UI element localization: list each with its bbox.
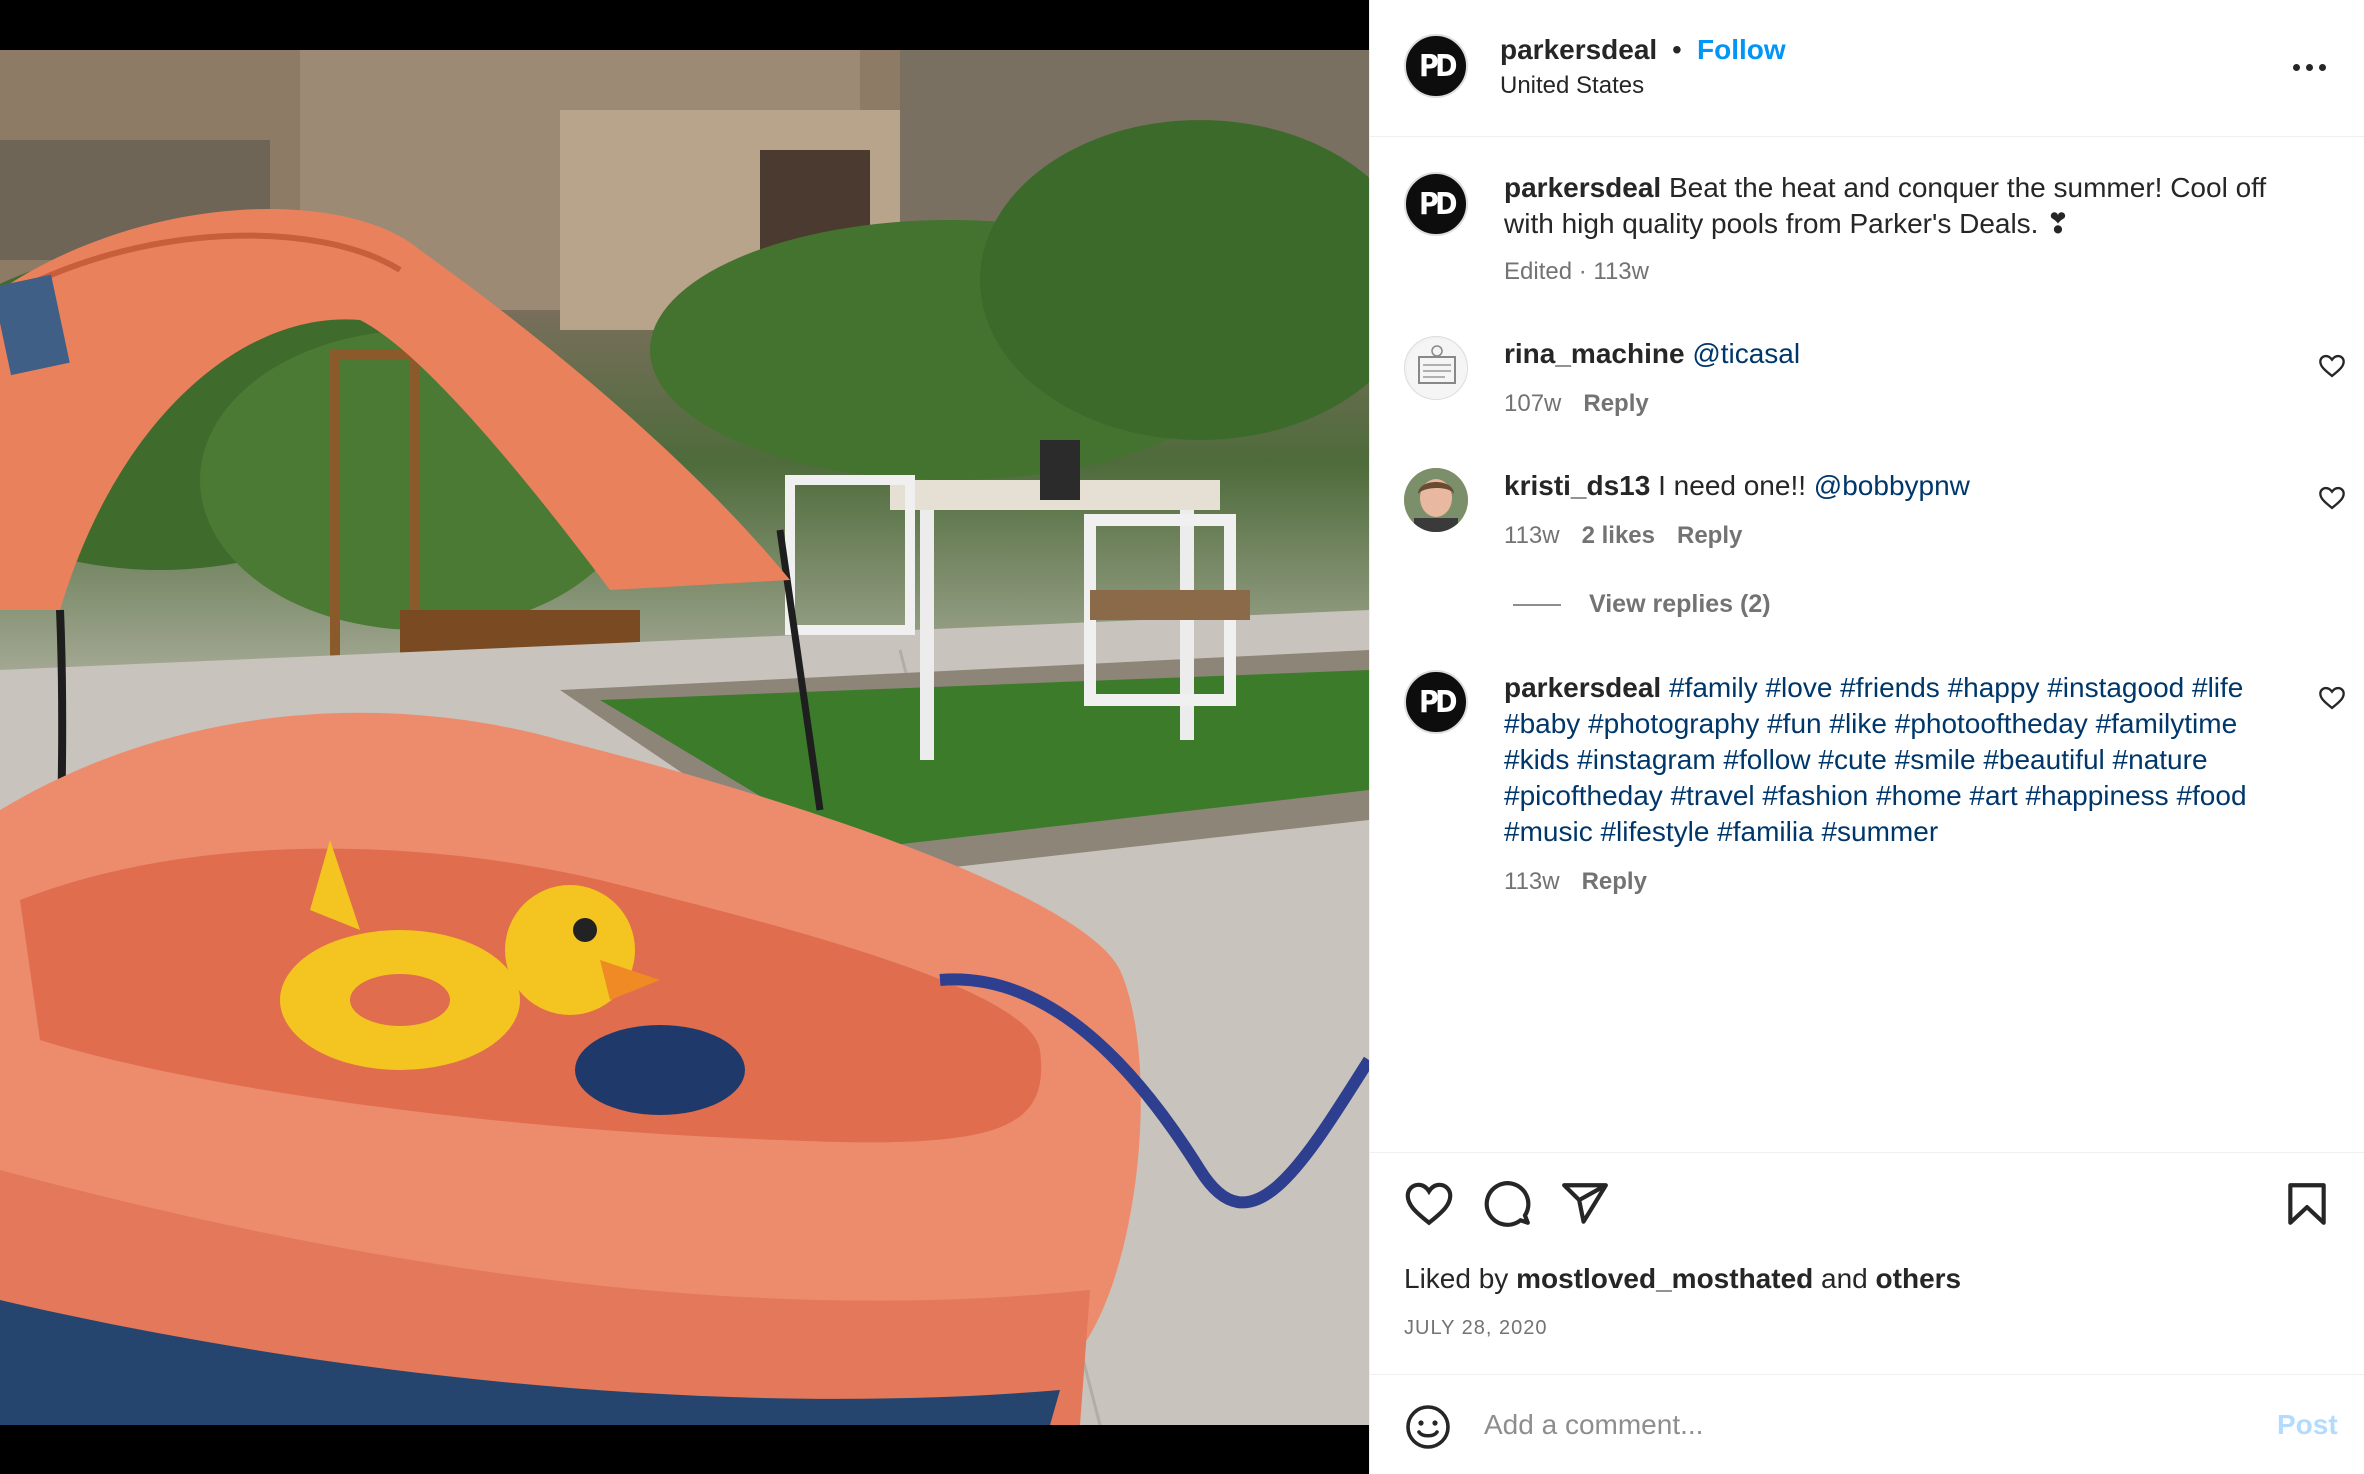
commenter-avatar[interactable]: PD (1404, 670, 1468, 734)
comment-meta: 107w Reply (1504, 390, 1649, 418)
caption-text-block: parkersdeal Beat the heat and conquer th… (1504, 170, 2304, 242)
comment-username[interactable]: kristi_ds13 (1504, 470, 1650, 501)
view-replies-button[interactable]: View replies (2) (1513, 590, 1771, 619)
post-actions: Liked by mostloved_mosthated and others … (1370, 1152, 2364, 1374)
post-header: PD parkersdeal • Follow United States (1370, 0, 2364, 137)
comment-username[interactable]: parkersdeal (1504, 672, 1661, 703)
comment-time[interactable]: 113w (1504, 522, 1560, 550)
reply-button[interactable]: Reply (1677, 522, 1742, 550)
reply-button[interactable]: Reply (1583, 390, 1648, 418)
comment-username[interactable]: rina_machine (1504, 338, 1685, 369)
comment-text-block: rina_machine @ticasal (1504, 336, 2304, 372)
likes-summary: Liked by mostloved_mosthated and others (1404, 1263, 1961, 1295)
commenter-avatar[interactable] (1404, 468, 1468, 532)
comment-text-block: kristi_ds13 I need one!! @bobbypnw (1504, 468, 2304, 504)
likes-prefix: Liked by (1404, 1263, 1509, 1294)
comment-mention[interactable]: @bobbypnw (1814, 470, 1970, 501)
comment-input[interactable] (1484, 1399, 2244, 1451)
separator-dot: • (1672, 34, 1682, 65)
post-photo[interactable] (0, 50, 1369, 1425)
author-username[interactable]: parkersdeal (1500, 34, 1657, 66)
photo-avatar-image (1404, 468, 1468, 532)
post-date[interactable]: JULY 28, 2020 (1404, 1317, 1547, 1340)
avatar-initials: PD (1418, 684, 1457, 720)
replies-divider-line (1513, 603, 1561, 606)
comment-icon[interactable] (1482, 1179, 1532, 1229)
follow-button[interactable]: Follow (1697, 34, 1786, 66)
like-comment-heart-icon[interactable] (2318, 484, 2346, 512)
comment-time[interactable]: 113w (1504, 868, 1560, 896)
commenter-avatar[interactable] (1404, 336, 1468, 400)
likes-user[interactable]: mostloved_mosthated (1516, 1263, 1813, 1294)
comment-meta: 113w Reply (1504, 868, 1647, 896)
post-location[interactable]: United States (1500, 72, 1644, 100)
comment-mention[interactable]: @ticasal (1692, 338, 1800, 369)
avatar-initials: PD (1418, 186, 1457, 222)
bookmark-icon[interactable] (2282, 1179, 2332, 1229)
likes-others[interactable]: others (1876, 1263, 1962, 1294)
post-media-panel (0, 0, 1369, 1474)
comment-meta: 113w 2 likes Reply (1504, 522, 1742, 550)
reply-button[interactable]: Reply (1582, 868, 1647, 896)
smile-icon[interactable] (1404, 1403, 1452, 1451)
like-comment-heart-icon[interactable] (2318, 352, 2346, 380)
view-replies-label: View replies (2) (1589, 590, 1771, 618)
post-side-panel: PD parkersdeal • Follow United States PD… (1369, 0, 2364, 1474)
caption-meta: Edited · 113w (1504, 258, 1649, 286)
like-comment-heart-icon[interactable] (2318, 684, 2346, 712)
post-comment-button[interactable]: Post (2277, 1409, 2338, 1441)
avatar-initials: PD (1418, 48, 1457, 84)
pool-photo-illustration (0, 50, 1369, 1425)
add-comment-bar: Post (1370, 1374, 2364, 1474)
comment-likes[interactable]: 2 likes (1582, 522, 1655, 550)
sketch-avatar-image (1407, 339, 1467, 399)
comment-time[interactable]: 107w (1504, 390, 1561, 418)
comment-text-block: parkersdeal #family #love #friends #happ… (1504, 670, 2294, 850)
likes-conjunction: and (1821, 1263, 1868, 1294)
share-icon[interactable] (1560, 1179, 1610, 1229)
caption-edited-time: Edited · 113w (1504, 258, 1649, 285)
author-avatar[interactable]: PD (1404, 34, 1468, 98)
caption-avatar[interactable]: PD (1404, 172, 1468, 236)
heart-icon[interactable] (1404, 1179, 1454, 1229)
caption-username[interactable]: parkersdeal (1504, 172, 1661, 203)
comment-text: I need one!! (1658, 470, 1807, 501)
more-options-icon[interactable] (2293, 52, 2337, 82)
